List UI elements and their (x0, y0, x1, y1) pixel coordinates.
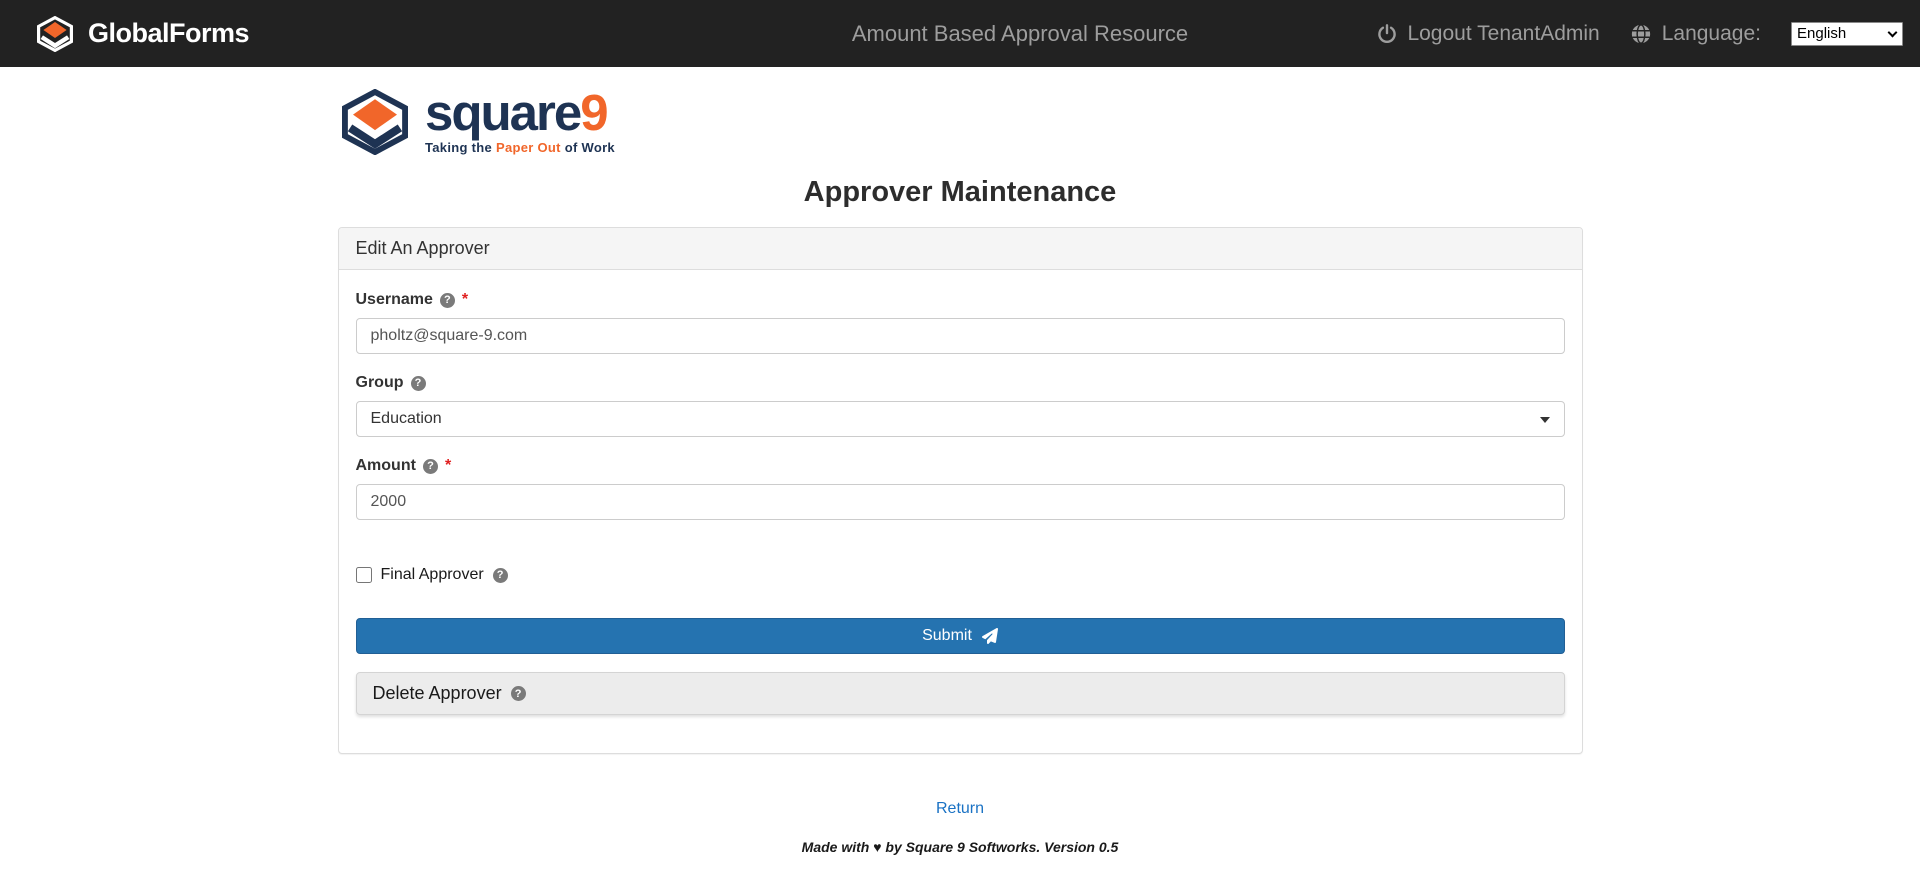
delete-approver-label: Delete Approver (373, 683, 502, 704)
return-row: Return (0, 800, 1920, 818)
group-selected-value: Education (371, 410, 442, 428)
amount-input[interactable] (356, 484, 1565, 520)
square9-logo-text: square9 Taking the Paper Out of Work (425, 89, 615, 155)
help-icon[interactable] (411, 376, 426, 391)
required-asterisk: * (445, 457, 451, 475)
required-asterisk: * (462, 291, 468, 309)
username-input[interactable] (356, 318, 1565, 354)
globe-icon (1630, 23, 1652, 45)
help-icon[interactable] (440, 293, 455, 308)
paper-plane-icon (982, 628, 998, 644)
brand-title: GlobalForms (88, 18, 249, 49)
panel-body: Username * Group Education Amount * (339, 270, 1582, 753)
square9-hexagon-icon (337, 89, 413, 155)
footer-credit: Made with ♥ by Square 9 Softworks. Versi… (0, 839, 1920, 855)
help-icon[interactable] (493, 568, 508, 583)
tagline-part3: of Work (561, 140, 615, 155)
square9-logo: square9 Taking the Paper Out of Work (337, 89, 1920, 155)
language-label: Language: (1662, 22, 1761, 46)
panel-header: Edit An Approver (339, 228, 1582, 270)
help-icon[interactable] (423, 459, 438, 474)
tagline-part1: Taking the (425, 140, 496, 155)
return-link[interactable]: Return (936, 800, 984, 817)
logout-label: Logout TenantAdmin (1407, 22, 1599, 46)
delete-approver-toggle[interactable]: Delete Approver (356, 672, 1565, 715)
final-approver-checkbox[interactable] (356, 567, 372, 583)
amount-label-row: Amount * (356, 457, 1565, 475)
group-field-group: Group Education (356, 374, 1565, 437)
submit-label: Submit (922, 627, 972, 645)
final-approver-label[interactable]: Final Approver (381, 566, 484, 584)
power-icon (1376, 23, 1398, 45)
globalforms-logo-icon (35, 16, 75, 52)
username-field-group: Username * (356, 291, 1565, 354)
username-label-row: Username * (356, 291, 1565, 309)
square9-wordmark: square9 (425, 89, 615, 137)
logout-button[interactable]: Logout TenantAdmin (1376, 22, 1599, 46)
edit-approver-panel: Edit An Approver Username * Group Educat… (338, 227, 1583, 754)
group-select[interactable]: Education (356, 401, 1565, 437)
navbar-right: Logout TenantAdmin Language: English (1376, 22, 1903, 46)
logo-word-nine: 9 (580, 84, 606, 141)
submit-button[interactable]: Submit (356, 618, 1565, 654)
top-navbar: GlobalForms Amount Based Approval Resour… (0, 0, 1920, 67)
language-group: Language: (1630, 22, 1761, 46)
amount-field-group: Amount * (356, 457, 1565, 520)
language-select[interactable]: English (1791, 22, 1903, 46)
globalforms-brand[interactable]: GlobalForms (35, 16, 249, 52)
amount-label: Amount (356, 457, 416, 475)
final-approver-row: Final Approver (356, 566, 1565, 584)
username-label: Username (356, 291, 433, 309)
help-icon[interactable] (511, 686, 526, 701)
group-label-row: Group (356, 374, 1565, 392)
square9-tagline: Taking the Paper Out of Work (425, 140, 615, 155)
tagline-part2: Paper Out (496, 140, 561, 155)
group-label: Group (356, 374, 404, 392)
caret-down-icon (1540, 417, 1550, 423)
logo-word-square: square (425, 84, 580, 141)
language-select-wrap: English (1791, 22, 1903, 46)
page-title: Approver Maintenance (0, 176, 1920, 209)
